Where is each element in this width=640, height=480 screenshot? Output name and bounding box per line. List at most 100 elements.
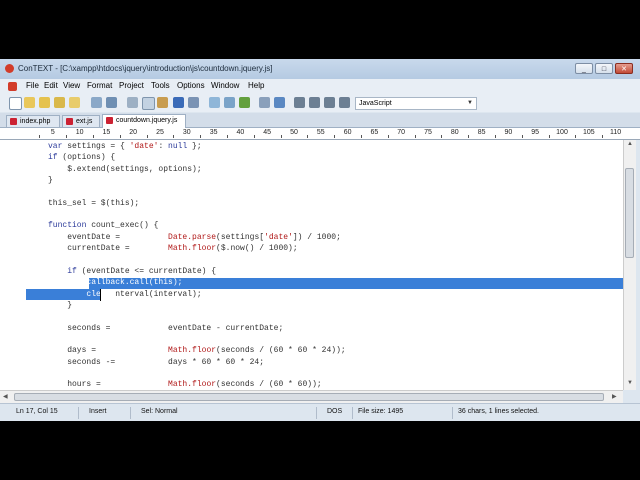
status-divider (316, 407, 317, 419)
menu-file[interactable]: File (26, 81, 39, 90)
scroll-down-icon[interactable]: ▼ (627, 380, 633, 386)
ruler-label: 35 (209, 129, 218, 136)
undo-icon[interactable] (173, 97, 184, 108)
status-divider (452, 407, 453, 419)
code-line[interactable]: if (options) { (48, 152, 623, 164)
code-line[interactable]: $.extend(settings, options); (48, 164, 623, 176)
language-select-value: JavaScript (359, 100, 392, 107)
code-line[interactable] (48, 368, 623, 380)
ruler-label: 110 (610, 129, 622, 136)
code-editor[interactable]: var settings = { 'date': null }; if (opti… (0, 140, 623, 390)
code-line[interactable]: seconds = eventDate - currentDate; (48, 323, 623, 335)
close-button[interactable]: ✕ (615, 63, 633, 74)
cut-icon[interactable] (127, 97, 138, 108)
scroll-up-icon[interactable]: ▲ (627, 141, 633, 147)
ruler-tick (173, 135, 175, 138)
menu-format[interactable]: Format (87, 81, 112, 90)
scroll-right-icon[interactable]: ▶ (612, 393, 617, 400)
ruler-label: 45 (263, 129, 272, 136)
ruler-tick (307, 135, 309, 138)
tab-ext-js[interactable]: ext.js (62, 115, 100, 127)
code-line[interactable]: function count_exec() { (48, 220, 623, 232)
minimize-button[interactable]: _ (575, 63, 593, 74)
user-4-icon[interactable] (339, 97, 350, 108)
menu-edit[interactable]: Edit (44, 81, 58, 90)
new-file-icon[interactable] (9, 97, 22, 110)
code-line[interactable] (48, 209, 623, 221)
code-line[interactable]: } (48, 300, 623, 312)
ruler-label: 25 (156, 129, 164, 136)
paste-icon[interactable] (157, 97, 168, 108)
redo-icon[interactable] (188, 97, 199, 108)
vertical-scrollbar[interactable]: ▲ ▼ (623, 140, 636, 390)
menu-tools[interactable]: Tools (151, 81, 170, 90)
code-line[interactable]: if (eventDate <= currentDate) { (48, 266, 623, 278)
user-1-icon[interactable] (294, 97, 305, 108)
tab-label: index.php (20, 118, 51, 125)
user-3-icon[interactable] (324, 97, 335, 108)
find-icon[interactable] (209, 97, 220, 108)
language-select[interactable]: JavaScript ▼ (355, 97, 477, 110)
tab-countdown-jquery-js[interactable]: countdown.jquery.js (102, 114, 186, 128)
code-line[interactable]: eventDate = Date.parse(settings['date'])… (48, 232, 623, 244)
code-line[interactable] (48, 311, 623, 323)
code-line[interactable]: var settings = { 'date': null }; (48, 141, 623, 153)
app-menu-icon[interactable] (8, 82, 17, 91)
options-icon[interactable] (259, 97, 270, 108)
editor-gutter (0, 140, 26, 390)
tools-icon[interactable] (274, 97, 285, 108)
menu-help[interactable]: Help (248, 81, 264, 90)
ruler-label: 105 (582, 129, 595, 136)
code-line[interactable]: hours = Math.floor(seconds / (60 * 60)); (48, 379, 623, 390)
code-line[interactable]: seconds -= days * 60 * 60 * 24; (48, 357, 623, 369)
menu-bar: File Edit View Format Project Tools Opti… (0, 79, 640, 94)
code-line[interactable]: } (48, 175, 623, 187)
status-line-endings: DOS (327, 408, 343, 415)
ruler-label: 80 (450, 129, 459, 136)
ruler-tick (227, 135, 228, 138)
folder-icon[interactable] (69, 97, 80, 108)
ruler-tick (387, 135, 389, 138)
ruler-tick (253, 135, 255, 138)
code-line[interactable]: this_sel = $(this); (48, 198, 623, 210)
window-title: ConTEXT - [C:\xampp\htdocs\jquery\introd… (18, 64, 273, 73)
code-line[interactable]: currentDate = Math.floor($.now() / 1000)… (48, 243, 623, 255)
scroll-left-icon[interactable]: ◀ (3, 393, 8, 400)
open-icon[interactable] (24, 97, 35, 108)
code-line[interactable] (48, 334, 623, 346)
ruler-label: 20 (129, 129, 138, 136)
chevron-down-icon: ▼ (467, 100, 473, 106)
print-icon[interactable] (91, 97, 102, 108)
ruler-label: 95 (531, 129, 540, 136)
save-icon[interactable] (39, 97, 50, 108)
vertical-scroll-thumb[interactable] (625, 168, 634, 258)
ruler-tick (119, 135, 121, 138)
code-line[interactable]: days = Math.floor(seconds / (60 * 60 * 2… (48, 345, 623, 357)
ruler-tick (66, 135, 68, 138)
ruler-tick (575, 135, 577, 138)
code-line[interactable]: callback.call(this); (48, 277, 623, 289)
ruler-label: 85 (477, 129, 486, 136)
code-line[interactable] (48, 255, 623, 267)
ruler-tick (361, 135, 362, 138)
status-selection-info: 36 chars, 1 lines selected. (458, 408, 539, 415)
save-all-icon[interactable] (54, 97, 65, 108)
copy-icon[interactable] (142, 97, 155, 110)
code-line[interactable]: clearInterval(interval); (48, 289, 623, 301)
menu-options[interactable]: Options (177, 81, 205, 90)
horizontal-scroll-thumb[interactable] (14, 393, 604, 401)
ruler-label: 10 (75, 129, 84, 136)
maximize-button[interactable]: □ (595, 63, 613, 74)
menu-project[interactable]: Project (119, 81, 144, 90)
ruler-tick (495, 135, 496, 138)
find-next-icon[interactable] (224, 97, 235, 108)
menu-view[interactable]: View (63, 81, 80, 90)
horizontal-scrollbar[interactable]: ◀ ▶ (0, 390, 623, 403)
user-2-icon[interactable] (309, 97, 320, 108)
code-line[interactable] (48, 186, 623, 198)
print-preview-icon[interactable] (106, 97, 117, 108)
replace-icon[interactable] (239, 97, 250, 108)
tab-index-php[interactable]: index.php (6, 115, 60, 127)
status-divider (352, 407, 353, 419)
menu-window[interactable]: Window (211, 81, 239, 90)
